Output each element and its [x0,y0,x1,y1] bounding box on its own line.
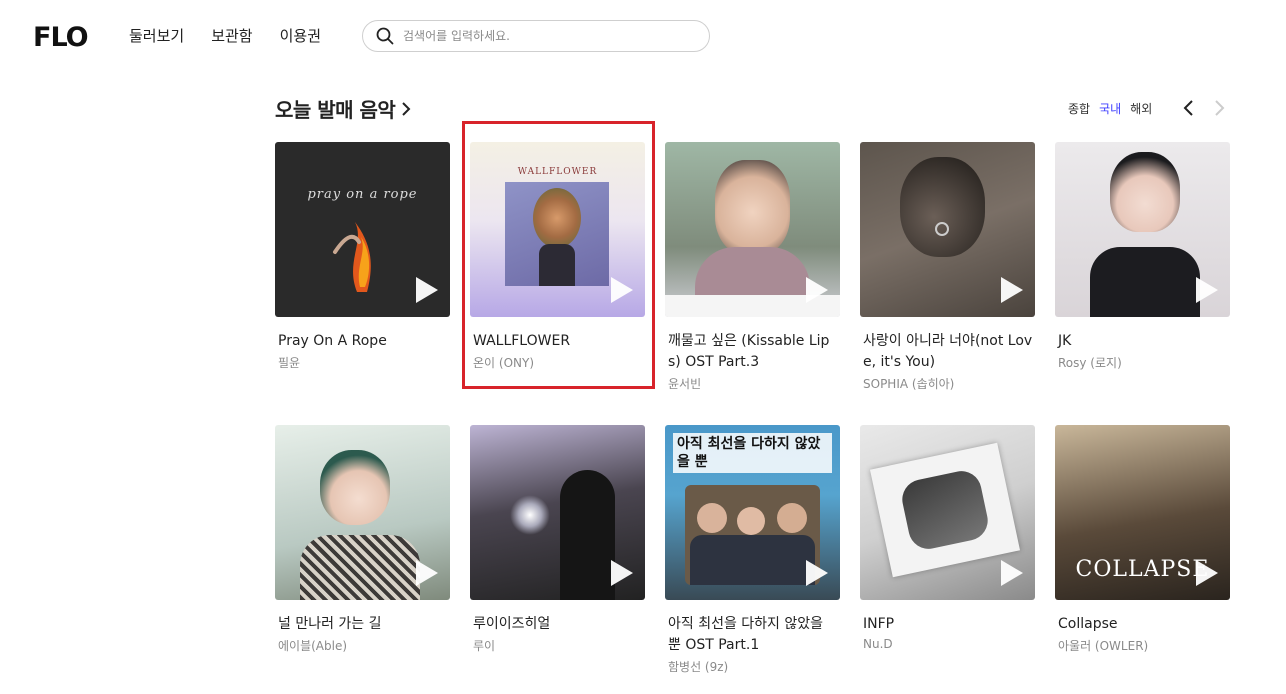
play-icon[interactable] [806,560,828,586]
album-photo [869,442,1021,578]
album-title[interactable]: INFP [860,614,1035,635]
search-bar[interactable] [362,20,710,52]
region-filter: 종합 국내 해외 [1068,100,1152,117]
next-button[interactable] [1212,98,1228,118]
album-cover[interactable]: WALLFLOWER [470,142,645,317]
album-title[interactable]: WALLFLOWER [470,331,645,352]
filter-domestic[interactable]: 국내 [1099,100,1121,117]
album-artist[interactable]: 함병선 (9z) [665,658,840,675]
main-nav: 둘러보기 보관함 이용권 [129,25,321,46]
album-artist[interactable]: SOPHIA (솝히아) [860,375,1035,392]
play-icon[interactable] [416,277,438,303]
album-title[interactable]: 루이이즈히얼 [470,614,645,635]
section-title: 오늘 발매 음악 [275,98,396,122]
album-cover[interactable] [470,425,645,600]
play-icon[interactable] [611,560,633,586]
search-icon [376,27,394,45]
album-cover[interactable]: 아직 최선을 다하지 않았을 뿐 [665,425,840,600]
album-card[interactable]: 루이이즈히얼 루이 [470,425,645,654]
play-icon[interactable] [416,560,438,586]
album-photo [1110,152,1180,232]
album-card[interactable]: 사랑이 아니라 너야(not Love, it's You) SOPHIA (솝… [860,142,1035,392]
album-cover[interactable] [1055,142,1230,317]
album-card[interactable]: COLLAPSE Collapse 아울러 (OWLER) [1055,425,1230,654]
album-cover[interactable] [860,425,1035,600]
album-card[interactable]: JK Rosy (로지) [1055,142,1230,371]
album-art-text: pray on a rope [307,187,418,202]
album-title[interactable]: Collapse [1055,614,1230,635]
section-title-link[interactable]: 오늘 발매 음악 [275,94,411,123]
play-icon[interactable] [1001,560,1023,586]
album-card[interactable]: 깨물고 싶은 (Kissable Lips) OST Part.3 윤서빈 [665,142,840,392]
album-artist[interactable]: 필윤 [275,354,450,371]
album-photo [685,485,820,585]
flo-logo[interactable]: FLO [33,24,89,51]
album-photo [320,450,390,525]
album-artist[interactable]: 루이 [470,637,645,654]
album-card[interactable]: pray on a rope Pray On A Rope 필윤 [275,142,450,371]
chevron-left-icon [1183,100,1193,116]
filter-all[interactable]: 종합 [1068,100,1090,117]
filter-overseas[interactable]: 해외 [1130,100,1152,117]
pager [1180,98,1228,118]
album-title[interactable]: 사랑이 아니라 너야(not Love, it's You) [860,331,1035,373]
album-artist[interactable]: 온이 (ONY) [470,354,645,371]
album-cover[interactable]: COLLAPSE [1055,425,1230,600]
album-artist[interactable]: 윤서빈 [665,375,840,392]
search-input[interactable] [401,28,695,44]
play-icon[interactable] [806,277,828,303]
album-photo [715,160,790,255]
nav-library[interactable]: 보관함 [211,25,252,46]
album-title[interactable]: 아직 최선을 다하지 않았을 뿐 OST Part.1 [665,614,840,656]
album-title[interactable]: 깨물고 싶은 (Kissable Lips) OST Part.3 [665,331,840,373]
album-cover[interactable] [665,142,840,317]
play-icon[interactable] [1001,277,1023,303]
album-card[interactable]: WALLFLOWER WALLFLOWER 온이 (ONY) [470,142,645,371]
play-icon[interactable] [1196,277,1218,303]
album-title[interactable]: 널 만나러 가는 길 [275,614,450,635]
album-artist[interactable]: 에이블(Able) [275,637,450,654]
album-title[interactable]: Pray On A Rope [275,331,450,352]
album-artist[interactable]: Nu.D [860,637,1035,651]
play-icon[interactable] [1196,560,1218,586]
album-photo [900,157,985,257]
album-artist[interactable]: Rosy (로지) [1055,354,1230,371]
album-art-text: WALLFLOWER [517,167,598,177]
album-cover[interactable]: pray on a rope [275,142,450,317]
album-card[interactable]: 아직 최선을 다하지 않았을 뿐 아직 최선을 다하지 않았을 뿐 OST Pa… [665,425,840,675]
album-card[interactable]: INFP Nu.D [860,425,1035,651]
play-icon[interactable] [611,277,633,303]
chevron-right-icon [402,101,411,116]
chevron-right-icon [1215,100,1225,116]
album-photo [560,470,615,600]
nav-membership[interactable]: 이용권 [280,25,321,46]
album-photo [505,182,609,286]
album-cover[interactable] [860,142,1035,317]
album-art-text: 아직 최선을 다하지 않았을 뿐 [673,433,832,473]
album-cover[interactable] [275,425,450,600]
album-artist[interactable]: 아울러 (OWLER) [1055,637,1230,654]
prev-button[interactable] [1180,98,1196,118]
album-card[interactable]: 널 만나러 가는 길 에이블(Able) [275,425,450,654]
nav-browse[interactable]: 둘러보기 [129,25,184,46]
album-title[interactable]: JK [1055,331,1230,352]
